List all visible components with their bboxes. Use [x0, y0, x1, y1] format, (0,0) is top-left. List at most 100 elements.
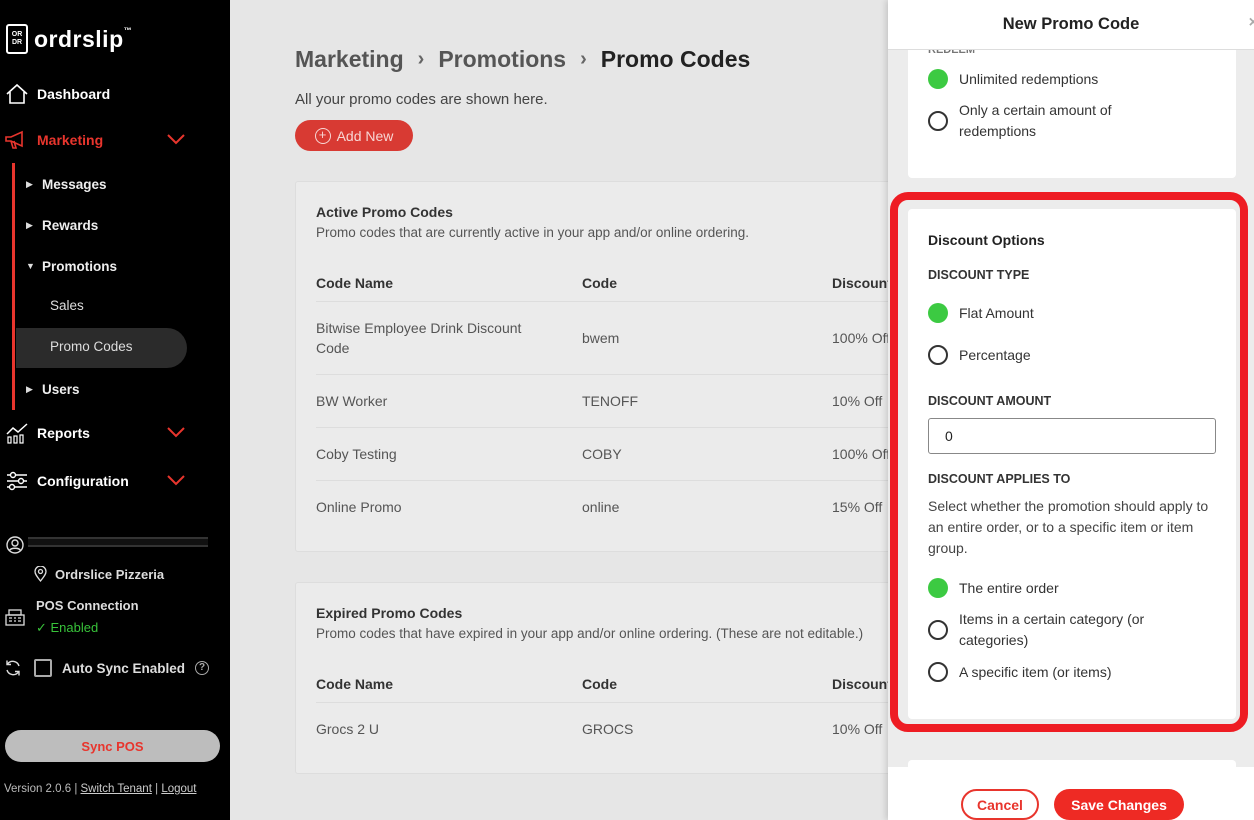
user-account[interactable]: [6, 536, 24, 554]
breadcrumb-marketing[interactable]: Marketing: [295, 46, 404, 73]
nav-reports-label: Reports: [37, 425, 90, 441]
chevron-down-icon[interactable]: [166, 474, 186, 486]
chevron-down-icon[interactable]: [166, 133, 186, 145]
brand-name-text: ordrslip: [34, 25, 124, 52]
panel-header: New Promo Code ×: [888, 0, 1254, 50]
redacted-username: [28, 537, 208, 547]
nav-marketing[interactable]: Marketing: [0, 125, 230, 155]
row-divider: [316, 301, 896, 302]
auto-sync-checkbox[interactable]: [34, 659, 52, 677]
cell-code: TENOFF: [582, 393, 638, 409]
column-header-code: Code: [582, 676, 617, 692]
expired-card-description: Promo codes that have expired in your ap…: [316, 626, 864, 641]
nav-users[interactable]: ▶ Users: [26, 377, 80, 401]
row-divider: [316, 480, 896, 481]
column-header-code-name: Code Name: [316, 676, 394, 692]
radio-unselected-icon[interactable]: [928, 662, 948, 682]
check-icon: ✓: [36, 620, 51, 635]
caret-right-icon: ▶: [26, 219, 33, 230]
location-pin-icon: [34, 566, 47, 582]
active-promo-codes-card: Active Promo Codes Promo codes that are …: [295, 181, 896, 552]
add-new-button[interactable]: + Add New: [295, 120, 413, 151]
cell-discount: 10% Off: [832, 721, 883, 737]
nav-promotions[interactable]: ▼ Promotions: [26, 254, 117, 278]
discount-type-label: DISCOUNT TYPE: [928, 268, 1030, 282]
nav-sales[interactable]: Sales: [50, 298, 84, 313]
radio-label: Items in a certain category (or categori…: [959, 611, 1145, 648]
column-header-discount: Discount: [832, 275, 892, 291]
close-icon[interactable]: ×: [1249, 14, 1254, 32]
sync-icon: [6, 660, 20, 676]
breadcrumb-promotions[interactable]: Promotions: [438, 46, 566, 73]
radio-limited-redemptions[interactable]: Only a certain amount of redemptions: [928, 100, 1158, 142]
radio-percentage[interactable]: Percentage: [928, 345, 1031, 366]
radio-unlimited-redemptions[interactable]: Unlimited redemptions: [928, 69, 1098, 90]
column-header-code-name: Code Name: [316, 275, 394, 291]
discount-applies-description: Select whether the promotion should appl…: [928, 498, 1209, 556]
expired-card-title: Expired Promo Codes: [316, 605, 463, 621]
row-divider: [316, 702, 896, 703]
discount-options-title: Discount Options: [928, 232, 1045, 248]
radio-selected-icon[interactable]: [928, 578, 948, 598]
nav-rewards-label: Rewards: [42, 217, 99, 233]
radio-unselected-icon[interactable]: [928, 620, 948, 640]
nav-configuration[interactable]: Configuration: [0, 466, 230, 496]
nav-rewards[interactable]: ▶ Rewards: [26, 213, 98, 237]
logo-mark-icon: OR DR: [6, 24, 28, 54]
help-icon[interactable]: ?: [195, 661, 210, 675]
cell-code: online: [582, 499, 620, 515]
radio-entire-order[interactable]: The entire order: [928, 578, 1059, 599]
discount-options-card: Discount Options DISCOUNT TYPE Flat Amou…: [908, 209, 1236, 719]
radio-label: The entire order: [959, 580, 1059, 596]
logout-link[interactable]: Logout: [161, 783, 196, 795]
active-card-title: Active Promo Codes: [316, 204, 453, 220]
nav-messages-label: Messages: [42, 176, 107, 192]
new-promo-code-panel: REDEEM Unlimited redemptions Only a cert…: [888, 0, 1254, 820]
nav-promo-codes[interactable]: Promo Codes: [50, 339, 133, 354]
switch-tenant-link[interactable]: Switch Tenant: [81, 783, 152, 795]
save-changes-button[interactable]: Save Changes: [1054, 789, 1184, 820]
radio-unselected-icon[interactable]: [928, 345, 948, 365]
radio-flat-amount[interactable]: Flat Amount: [928, 303, 1034, 324]
add-new-label: Add New: [336, 127, 394, 144]
sidebar: OR DR ordrslip™ Dashboard Marketing ▶ Me…: [0, 0, 230, 820]
redeem-options-card: REDEEM Unlimited redemptions Only a cert…: [908, 44, 1236, 178]
radio-label: Unlimited redemptions: [959, 71, 1099, 87]
cell-discount: 100% Off: [832, 446, 891, 462]
nav-reports[interactable]: Reports: [0, 418, 230, 448]
cell-code-name: Grocs 2 U: [316, 721, 380, 737]
radio-category[interactable]: Items in a certain category (or categori…: [928, 609, 1178, 651]
logo-mark-top: OR: [11, 31, 23, 38]
sync-pos-button[interactable]: Sync POS: [5, 730, 220, 762]
store-location: Ordrslice Pizzeria: [34, 566, 164, 582]
chevron-down-icon[interactable]: [166, 426, 186, 438]
store-name: Ordrslice Pizzeria: [55, 566, 165, 582]
logo-mark-bottom: DR: [11, 39, 23, 46]
panel-title: New Promo Code: [1002, 15, 1140, 33]
nav-marketing-label: Marketing: [37, 132, 104, 148]
cell-code-name: Online Promo: [316, 499, 402, 515]
cell-code-name: Coby Testing: [316, 446, 397, 462]
caret-right-icon: ▶: [26, 178, 33, 189]
nav-users-label: Users: [42, 381, 80, 397]
cell-discount: 10% Off: [832, 393, 883, 409]
nav-messages[interactable]: ▶ Messages: [26, 172, 107, 196]
footer-separator: |: [155, 783, 159, 795]
radio-label: Only a certain amount of redemptions: [959, 102, 1112, 139]
megaphone-icon: [4, 127, 30, 153]
page-description: All your promo codes are shown here.: [295, 91, 548, 108]
column-header-code: Code: [582, 275, 617, 291]
auto-sync-label: Auto Sync Enabled: [62, 660, 186, 676]
cell-code: bwem: [582, 330, 620, 346]
radio-specific-item[interactable]: A specific item (or items): [928, 662, 1111, 683]
discount-amount-input[interactable]: [928, 418, 1216, 454]
nav-dashboard[interactable]: Dashboard: [0, 79, 230, 109]
breadcrumb-promo-codes: Promo Codes: [600, 46, 751, 72]
cell-code: COBY: [582, 446, 622, 462]
radio-selected-icon[interactable]: [928, 303, 948, 323]
radio-unselected-icon[interactable]: [928, 111, 948, 131]
brand-logo[interactable]: OR DR ordrslip™: [6, 24, 132, 54]
cell-code: GROCS: [582, 721, 634, 737]
cancel-button[interactable]: Cancel: [961, 789, 1039, 820]
radio-selected-icon[interactable]: [928, 69, 948, 89]
